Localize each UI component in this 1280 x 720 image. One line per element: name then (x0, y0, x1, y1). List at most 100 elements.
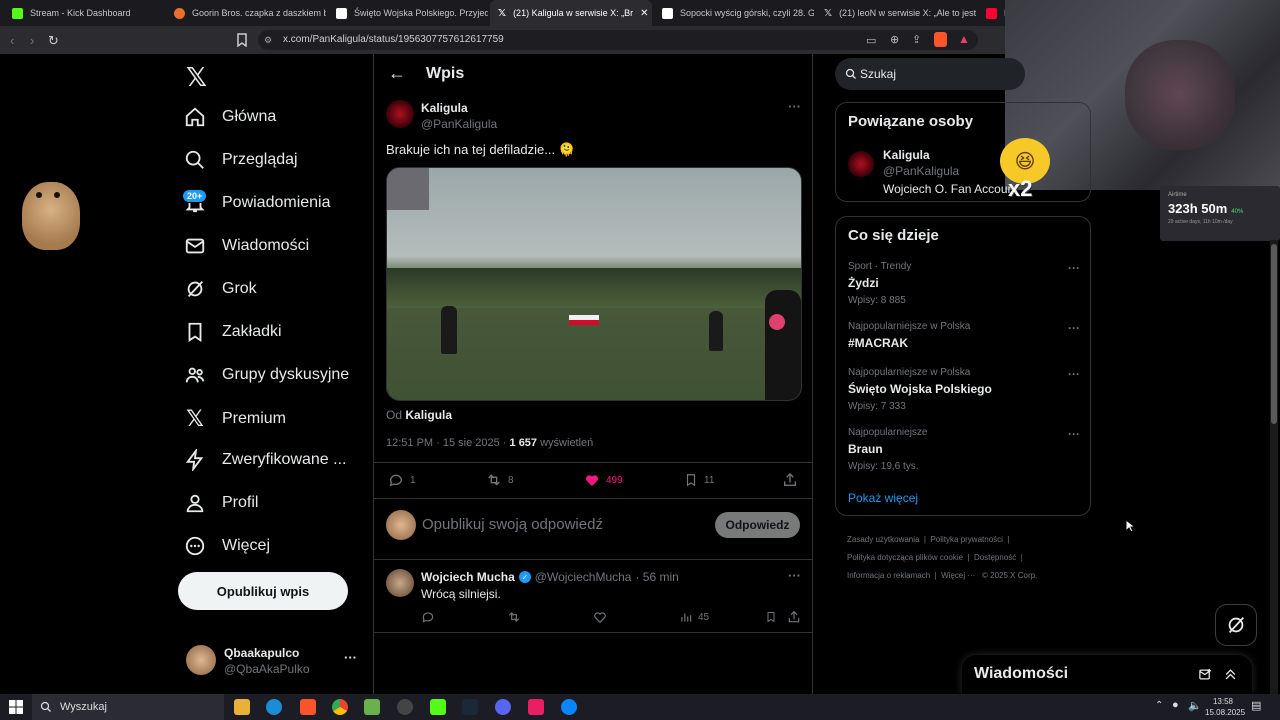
sidebar-item-grok[interactable]: Grok (184, 278, 257, 300)
heart-icon[interactable] (593, 610, 607, 624)
tab-goorin[interactable]: Goorin Bros. czapka z daszkiem biały (166, 0, 326, 26)
sidebar-item-verified[interactable]: Zweryfikowane ... (184, 449, 346, 471)
account-switcher[interactable]: Qbaakapulco @QbaAkaPulko ··· (174, 638, 370, 682)
sidebar-item-explore[interactable]: Przeglądaj (184, 149, 298, 171)
app-icon[interactable] (364, 699, 380, 715)
reply-author-handle[interactable]: @WojciechMucha (535, 570, 632, 584)
related-avatar[interactable] (848, 151, 874, 177)
discord-icon[interactable] (495, 699, 511, 715)
tab-youtube[interactable]: P (978, 0, 1008, 26)
related-name[interactable]: Kaligula (883, 148, 930, 162)
site-info-icon[interactable]: ⚙ (264, 35, 272, 46)
chevron-up-icon[interactable]: ⌃ (1155, 700, 1163, 711)
share-icon[interactable] (782, 472, 798, 488)
footer-link[interactable]: Polityka prywatności (930, 535, 1002, 544)
footer-more-link[interactable]: Więcej ··· (941, 571, 975, 580)
close-tab-icon[interactable]: ✕ (640, 8, 648, 19)
trend-more-icon[interactable]: ··· (1068, 261, 1080, 275)
windows-start-icon[interactable] (9, 700, 23, 714)
post-button[interactable]: Opublikuj wpis (178, 572, 348, 610)
sidebar-item-home[interactable]: Główna (184, 106, 276, 128)
post-author-name[interactable]: Kaligula (421, 101, 468, 115)
reply-icon[interactable] (421, 610, 435, 624)
kick-icon[interactable] (430, 699, 446, 715)
footer-link[interactable]: Zasady użytkowania (847, 535, 919, 544)
reply-more-icon[interactable]: ··· (788, 568, 801, 583)
back-icon[interactable]: ‹ (10, 33, 14, 48)
author-avatar[interactable] (386, 100, 414, 128)
tab-kick[interactable]: Stream - Kick Dashboard (4, 0, 164, 26)
repost-button[interactable]: 8 (486, 472, 514, 488)
brave-icon[interactable] (300, 699, 316, 715)
trend-more-icon[interactable]: ··· (1068, 367, 1080, 381)
sidebar-item-communities[interactable]: Grupy dyskusyjne (184, 364, 349, 386)
show-more-link[interactable]: Pokaż więcej (848, 491, 918, 505)
sidebar-item-premium[interactable]: 𝕏 Premium (184, 406, 286, 432)
app-icon[interactable] (561, 699, 577, 715)
trend-more-icon[interactable]: ··· (1068, 321, 1080, 335)
app-icon[interactable] (528, 699, 544, 715)
expand-icon[interactable] (1223, 667, 1238, 682)
sidebar-item-messages[interactable]: Wiadomości (184, 235, 309, 257)
tab-leon[interactable]: 𝕏 (21) leoN w serwisie X: „Ale to jest s… (816, 0, 976, 26)
sidebar-item-profile[interactable]: Profil (184, 492, 258, 514)
reply-submit-button[interactable]: Odpowiedz (715, 512, 800, 538)
messages-drawer[interactable]: Wiadomości (962, 655, 1252, 694)
steam-icon[interactable] (462, 699, 478, 715)
post-more-icon[interactable]: ··· (788, 99, 801, 114)
bookmark-page-icon[interactable] (236, 33, 248, 47)
tab-kaligula[interactable]: 𝕏 (21) Kaligula w serwisie X: „Br ✕ (490, 0, 652, 26)
zoom-icon[interactable]: ⊕ (890, 33, 899, 46)
microphone-icon[interactable]: ● (1172, 699, 1179, 711)
post-video[interactable] (386, 167, 802, 401)
back-arrow-icon[interactable]: ← (388, 63, 406, 84)
reply-input[interactable]: Opublikuj swoją odpowiedź (422, 516, 603, 533)
trend-item[interactable]: Sport · Trendy Żydzi Wpisy: 8 885 ··· (848, 261, 1080, 306)
x-logo-icon[interactable]: 𝕏 (186, 62, 207, 93)
trend-item[interactable]: Najpopularniejsze w Polska #MACRAK ··· (848, 321, 1080, 350)
brave-rewards-icon[interactable]: ▲ (958, 32, 970, 46)
taskbar-search[interactable]: Wyszukaj (32, 694, 224, 720)
new-message-icon[interactable] (1198, 667, 1213, 682)
speaker-icon[interactable]: 🔈 (1188, 699, 1202, 712)
taskbar-clock[interactable]: 13:58 15.08.2025 (1205, 696, 1245, 718)
tab-swieto[interactable]: Święto Wojska Polskiego. Przyjedź n (328, 0, 488, 26)
sidebar-item-more[interactable]: Więcej (184, 535, 270, 557)
scrollbar-thumb[interactable] (1271, 244, 1277, 424)
repost-icon[interactable] (507, 610, 521, 624)
reply-author-avatar[interactable] (386, 569, 414, 597)
chrome-icon[interactable] (332, 699, 348, 715)
footer-link[interactable]: Dostępność (974, 553, 1016, 562)
edge-icon[interactable] (266, 699, 282, 715)
bookmark-icon[interactable] (765, 610, 777, 624)
bookmark-button[interactable]: 11 (684, 472, 714, 488)
source-name[interactable]: Kaligula (405, 408, 452, 422)
scrollbar-track[interactable] (1270, 240, 1278, 694)
tab-sopocki[interactable]: Sopocki wyścig górski, czyli 28. Gran (654, 0, 814, 26)
cast-icon[interactable]: ▭ (866, 34, 876, 47)
trend-item[interactable]: Najpopularniejsze Braun Wpisy: 19,6 tys.… (848, 427, 1080, 472)
forward-icon[interactable]: › (30, 33, 34, 48)
share-icon[interactable] (787, 610, 801, 624)
reload-icon[interactable]: ↻ (48, 33, 59, 49)
grok-float-button[interactable] (1215, 604, 1257, 646)
file-explorer-icon[interactable] (234, 699, 250, 715)
reply-author-name[interactable]: Wojciech Mucha (421, 570, 515, 584)
airtime-label: Airtime (1168, 192, 1187, 198)
reply-button[interactable]: 1 (388, 472, 416, 488)
obs-icon[interactable] (397, 699, 413, 715)
footer-link[interactable]: Polityka dotycząca plików cookie (847, 553, 963, 562)
account-more-icon[interactable]: ··· (344, 650, 357, 665)
footer-link[interactable]: Informacja o reklamach (847, 571, 930, 580)
trend-more-icon[interactable]: ··· (1068, 427, 1080, 441)
related-handle[interactable]: @PanKaligula (883, 164, 959, 178)
trend-item[interactable]: Najpopularniejsze w Polska Święto Wojska… (848, 367, 1080, 412)
post-author-handle[interactable]: @PanKaligula (421, 117, 497, 131)
reply-views[interactable]: 45 (679, 610, 709, 624)
like-button[interactable]: 499 (584, 472, 623, 488)
notification-center-icon[interactable]: ▤ (1251, 699, 1261, 712)
brave-shield-icon[interactable] (934, 32, 947, 47)
sidebar-item-bookmarks[interactable]: Zakładki (184, 321, 282, 343)
share-icon[interactable]: ⇪ (912, 33, 921, 46)
search-input[interactable]: Szukaj (835, 58, 1025, 90)
